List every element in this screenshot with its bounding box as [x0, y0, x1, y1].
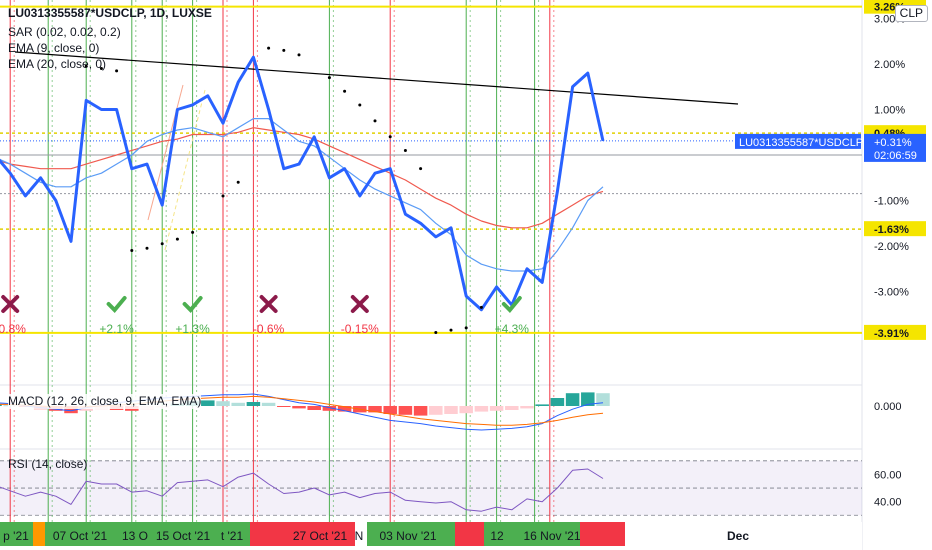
time-axis-band: [580, 522, 625, 546]
price-tick-label: 1.00%: [874, 105, 905, 117]
time-axis-label: 15 Oct '21: [156, 529, 211, 543]
macd-histogram-bar: [535, 404, 549, 406]
signal-pct-label: +4.3%: [495, 322, 530, 336]
sar-dot: [282, 48, 286, 52]
chart-canvas[interactable]: -0.8% +2.1% +1.3% -0.6% -0.15% +4.3% p '21 07 O…: [0, 0, 932, 550]
sar-dot: [175, 237, 179, 241]
indicator-ema20-label[interactable]: EMA (20, close, 0): [8, 57, 106, 72]
time-axis-band: [455, 522, 484, 546]
sar-dot: [419, 167, 423, 171]
sar-dot: [464, 326, 468, 330]
time-axis-label: 16 Nov '21: [524, 529, 581, 543]
macd-histogram-bar: [261, 402, 276, 406]
macd-histogram-bar: [201, 400, 215, 406]
signal-pct-label: +2.1%: [99, 322, 134, 336]
time-axis-label: 13 O: [122, 529, 148, 543]
time-axis-label: 27 Oct '21: [293, 529, 348, 543]
sar-dot: [449, 328, 453, 332]
buy-check-marker: [106, 296, 127, 313]
sar-dot: [327, 76, 331, 80]
macd-histogram-bar: [231, 402, 245, 406]
signal-pct-label: +1.3%: [175, 322, 210, 336]
sar-dot: [373, 119, 377, 123]
sar-dot: [343, 89, 347, 93]
sar-dot: [434, 330, 438, 334]
sar-dot: [267, 46, 271, 50]
current-price-value: +0.31%: [874, 137, 912, 149]
price-tick-label: -1.00%: [874, 196, 909, 208]
sar-dot: [479, 305, 483, 309]
currency-button[interactable]: CLP: [894, 5, 928, 22]
symbol-title: LU0313355587*USDCLP, 1D, LUXSE: [8, 6, 212, 20]
time-axis-label: p '21: [3, 529, 29, 543]
sell-cross-marker: [259, 295, 278, 313]
time-axis-label: 12: [490, 529, 504, 543]
macd-histogram-bar: [459, 406, 473, 414]
price-axis-panel: [862, 0, 932, 550]
sar-dot: [160, 242, 164, 246]
yellow-level-badge-text: -3.91%: [874, 328, 909, 340]
macd-histogram-bar: [474, 406, 489, 412]
price-tick-label: -2.00%: [874, 241, 909, 253]
time-axis-label: t '21: [221, 529, 244, 543]
sar-dot: [297, 53, 301, 57]
bar-countdown: 02:06:59: [874, 150, 917, 162]
macd-histogram-bar: [550, 398, 565, 406]
macd-label[interactable]: MACD (12, 26, close, 9, EMA, EMA): [8, 394, 202, 409]
macd-histogram-bar: [444, 406, 458, 414]
rsi-label[interactable]: RSI (14, close): [8, 457, 87, 472]
macd-histogram-bar: [565, 393, 580, 406]
macd-histogram-bar: [216, 401, 230, 406]
sar-dot: [115, 69, 119, 73]
indicator-ema9-label[interactable]: EMA (9, close, 0): [8, 41, 99, 56]
time-axis-label: 07 Oct '21: [53, 529, 108, 543]
sar-dot: [358, 103, 362, 107]
sell-cross-marker: [350, 295, 369, 313]
macd-tick-label: 0.000: [874, 401, 902, 413]
rsi-tick-label: 40.00: [874, 497, 902, 509]
trendline: [14, 51, 739, 105]
drawing-arrow: [164, 89, 206, 251]
macd-histogram-bar: [520, 406, 534, 409]
sar-dot: [145, 246, 149, 250]
signal-pct-label: -0.6%: [253, 322, 285, 336]
macd-histogram-bar: [413, 406, 428, 416]
sar-dot: [221, 194, 225, 198]
sar-dot: [388, 135, 392, 139]
signal-pct-label: -0.15%: [341, 322, 379, 336]
yellow-level-badge-text: -1.63%: [874, 224, 909, 236]
rsi-tick-label: 60.00: [874, 469, 902, 481]
sar-dot: [236, 180, 240, 184]
sar-dot: [130, 249, 134, 253]
symbol-price-label: LU0313355587*USDCLP: [739, 137, 863, 149]
price-tick-label: 2.00%: [874, 59, 905, 71]
ema20-line: [0, 127, 604, 229]
macd-histogram-bar: [246, 402, 261, 406]
macd-histogram-bar: [292, 406, 306, 409]
time-axis-label: N: [355, 529, 364, 543]
macd-histogram-bar: [307, 406, 321, 410]
macd-histogram-bar: [429, 406, 443, 415]
sar-dot: [403, 148, 407, 152]
time-axis-label: 03 Nov '21: [380, 529, 437, 543]
price-tick-label: -3.00%: [874, 287, 909, 299]
signal-pct-label: -0.8%: [0, 322, 26, 336]
macd-histogram-bar: [596, 393, 610, 406]
time-axis-label: Dec: [727, 529, 749, 543]
macd-histogram-bar: [489, 406, 504, 411]
macd-histogram-bar: [398, 406, 413, 415]
sar-dot: [191, 230, 195, 234]
indicator-sar-label[interactable]: SAR (0.02, 0.02, 0.2): [8, 25, 121, 40]
macd-histogram-bar: [505, 406, 519, 410]
macd-histogram-bar: [277, 406, 291, 407]
time-axis-band: [33, 522, 45, 546]
